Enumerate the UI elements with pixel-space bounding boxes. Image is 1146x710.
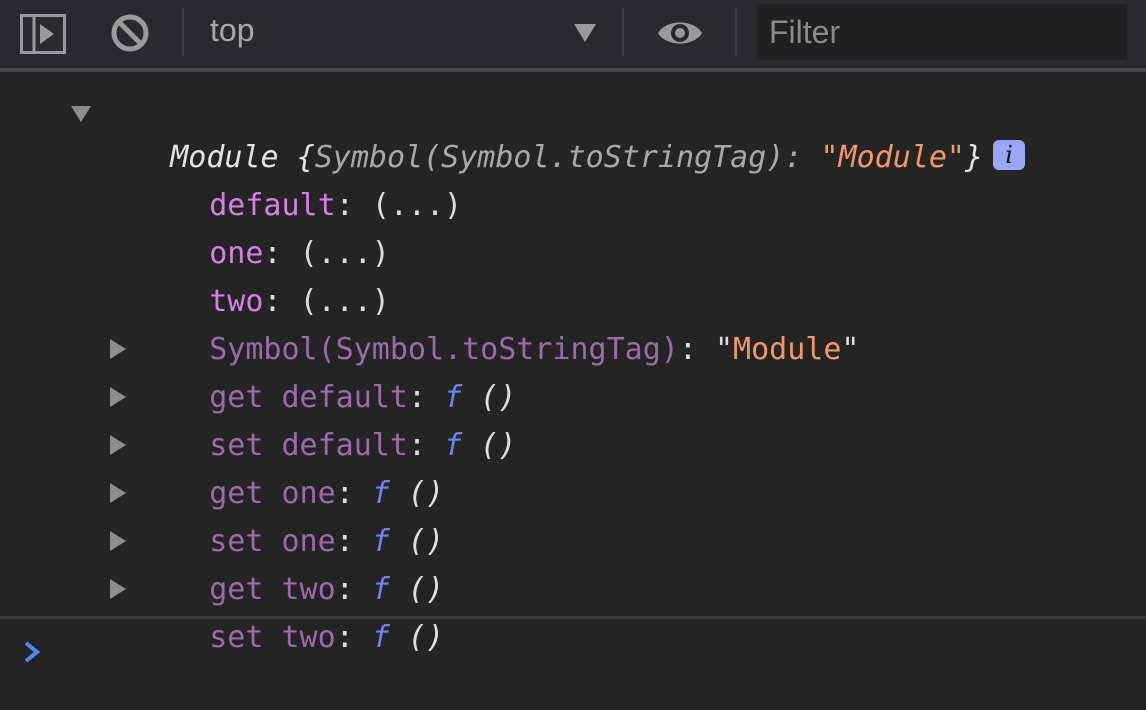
expand-triangle-icon[interactable] bbox=[110, 531, 126, 551]
filter-input[interactable] bbox=[757, 4, 1127, 60]
preview-value: "Module" bbox=[820, 140, 965, 175]
toolbar-divider bbox=[735, 8, 737, 56]
object-header[interactable]: Module {Symbol(Symbol.toStringTag): "Mod… bbox=[98, 86, 1026, 175]
console-output[interactable]: Module {Symbol(Symbol.toStringTag): "Mod… bbox=[0, 72, 1146, 655]
expand-triangle-icon[interactable] bbox=[110, 387, 126, 407]
expand-triangle-icon[interactable] bbox=[110, 483, 126, 503]
property-sep: : bbox=[678, 332, 715, 367]
eye-icon[interactable] bbox=[656, 16, 704, 54]
accessor-row[interactable]: set one: f () bbox=[137, 470, 444, 559]
accessor-row[interactable]: get default: f () bbox=[137, 326, 516, 415]
console-toolbar: top bbox=[0, 0, 1146, 68]
expand-triangle-icon[interactable] bbox=[110, 579, 126, 599]
info-badge-icon[interactable]: i bbox=[993, 139, 1026, 170]
function-icon: f bbox=[444, 428, 463, 463]
expand-triangle-icon[interactable] bbox=[110, 339, 126, 359]
context-selector[interactable]: top bbox=[210, 12, 254, 49]
triangle-down-icon[interactable] bbox=[574, 24, 596, 42]
property-value: Module bbox=[733, 332, 842, 367]
property-row[interactable]: two: (...) bbox=[137, 230, 390, 319]
accessor-row[interactable]: get two: f () bbox=[137, 518, 444, 607]
expand-triangle-icon[interactable] bbox=[71, 106, 91, 122]
brace: } bbox=[964, 140, 984, 175]
console-input[interactable] bbox=[56, 631, 1130, 673]
preview-colon: : bbox=[784, 140, 821, 175]
quote: " bbox=[841, 332, 860, 367]
function-args: () bbox=[462, 428, 517, 463]
toolbar-divider bbox=[622, 8, 624, 56]
quote: " bbox=[714, 332, 734, 367]
accessor-row[interactable]: get one: f () bbox=[137, 422, 444, 511]
clear-console-icon[interactable] bbox=[110, 13, 150, 57]
property-row: Symbol(Symbol.toStringTag): "Module" bbox=[137, 278, 859, 367]
accessor-row[interactable]: set default: f () bbox=[137, 374, 516, 463]
expand-triangle-icon[interactable] bbox=[110, 435, 126, 455]
console-prompt[interactable] bbox=[0, 619, 1146, 690]
chevron-right-icon bbox=[22, 639, 42, 669]
sidebar-toggle-icon[interactable] bbox=[20, 14, 66, 58]
accessor-row[interactable]: set two: f () bbox=[137, 566, 444, 655]
toolbar-divider bbox=[182, 8, 184, 56]
property-row[interactable]: one: (...) bbox=[137, 182, 390, 271]
property-row[interactable]: default: (...) bbox=[137, 134, 462, 223]
